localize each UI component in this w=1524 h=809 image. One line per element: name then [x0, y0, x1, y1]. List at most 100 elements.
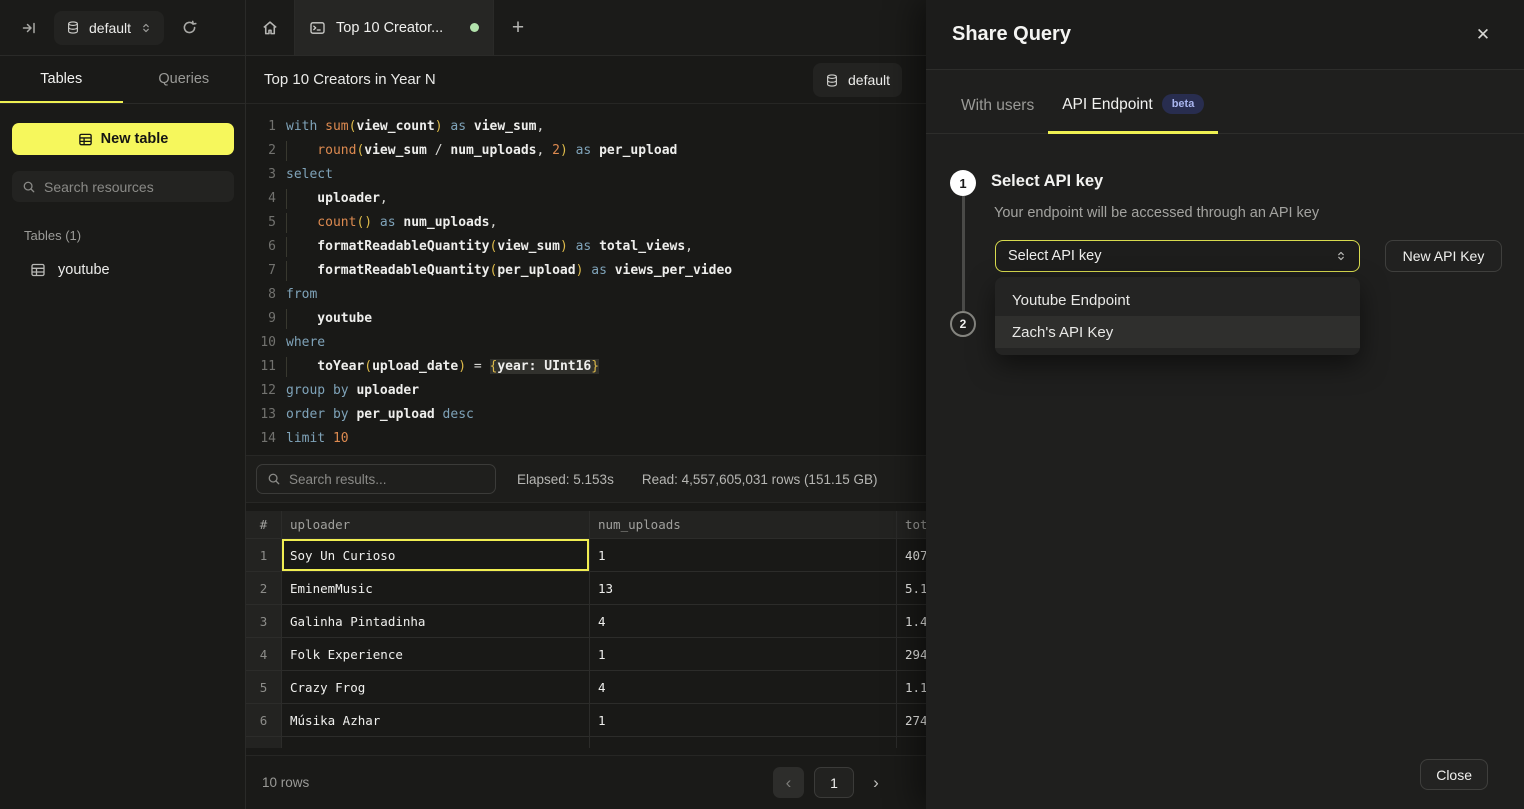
table-row: 6Músika Azhar1274: [246, 704, 946, 737]
close-button[interactable]: Close: [1420, 759, 1488, 790]
next-page-button[interactable]: ›: [864, 767, 888, 798]
table-row-partial: [246, 737, 946, 748]
step-1-description: Your endpoint will be accessed through a…: [994, 205, 1319, 221]
cell-uploader[interactable]: Folk Experience: [282, 638, 590, 671]
code-line-13: 13order by per_upload desc: [246, 403, 946, 427]
results-table: # uploader num_uploads total_views 1Soy …: [246, 511, 946, 748]
code-line-3: 3 select: [246, 163, 946, 187]
cell-num-uploads[interactable]: 4: [590, 671, 897, 704]
table-row: 2EminemMusic135.1: [246, 572, 946, 605]
new-table-button[interactable]: New table: [12, 123, 234, 155]
new-api-key-button[interactable]: New API Key: [1385, 240, 1502, 272]
share-tabs: With users API Endpoint beta: [926, 70, 1524, 134]
terminal-icon: [309, 20, 326, 36]
tab-queries[interactable]: Queries: [123, 56, 246, 103]
table-grid-icon: [78, 132, 93, 147]
code-line-4: 4uploader,: [246, 187, 946, 211]
row-number: 1: [246, 539, 282, 572]
panel-header: Share Query ✕: [926, 0, 1524, 70]
sidebar-item-label: youtube: [58, 262, 110, 278]
prev-page-button[interactable]: ‹: [773, 767, 804, 798]
cell-uploader[interactable]: Soy Un Curioso: [282, 539, 590, 572]
api-key-select[interactable]: Select API key: [995, 240, 1360, 272]
row-number: 3: [246, 605, 282, 638]
sidebar-collapse-icon[interactable]: [14, 13, 44, 43]
query-database-label: default: [848, 72, 890, 88]
line-number: 6: [254, 235, 276, 259]
query-header: Top 10 Creators in Year N default: [246, 56, 946, 104]
elapsed-stat: Elapsed: 5.153s: [517, 472, 614, 487]
sidebar-item-youtube[interactable]: youtube: [0, 255, 245, 285]
step-1-circle: 1: [950, 170, 976, 196]
cell-uploader[interactable]: Crazy Frog: [282, 671, 590, 704]
cell-num-uploads[interactable]: 4: [590, 605, 897, 638]
cell-uploader[interactable]: Galinha Pintadinha: [282, 605, 590, 638]
database-selector[interactable]: default: [54, 11, 164, 45]
line-number: 10: [254, 331, 276, 355]
database-icon: [825, 73, 839, 88]
tab-top-10-creators[interactable]: Top 10 Creator...: [294, 0, 494, 55]
row-number: 6: [246, 704, 282, 737]
table-row: 5Crazy Frog41.1: [246, 671, 946, 704]
cell-num-uploads[interactable]: 1: [590, 638, 897, 671]
code-line-5: 5count() as num_uploads,: [246, 211, 946, 235]
code-text: where: [286, 331, 325, 355]
code-text: formatReadableQuantity(per_upload) as vi…: [286, 259, 732, 283]
sidebar: Tables Queries New table Tables (1) yout…: [0, 56, 246, 809]
database-icon: [66, 20, 80, 35]
step-connector: [962, 196, 965, 311]
column-header-num-uploads[interactable]: num_uploads: [590, 511, 897, 539]
cell-num-uploads[interactable]: 13: [590, 572, 897, 605]
sql-editor[interactable]: 1with sum(view_count) as view_sum,2round…: [246, 104, 946, 455]
tab-with-users[interactable]: With users: [947, 97, 1048, 134]
tab-label: Top 10 Creator...: [336, 20, 443, 36]
unsaved-dot-icon: [470, 23, 479, 32]
query-database-selector[interactable]: default: [813, 63, 902, 97]
tab-with-users-label: With users: [961, 97, 1034, 115]
search-icon: [267, 472, 281, 486]
current-page-button[interactable]: 1: [814, 767, 854, 798]
code-line-9: 9youtube: [246, 307, 946, 331]
line-number: 3: [254, 163, 276, 187]
code-text: from: [286, 283, 317, 307]
line-number: 2: [254, 139, 276, 163]
search-icon: [22, 180, 36, 194]
code-line-10: 10 where: [246, 331, 946, 355]
tables-list: youtube: [0, 255, 245, 285]
api-key-option[interactable]: Zach's API Key: [995, 316, 1360, 348]
line-number: 14: [254, 427, 276, 451]
home-icon[interactable]: [246, 0, 294, 55]
read-stat: Read: 4,557,605,031 rows (151.15 GB): [642, 472, 878, 487]
new-tab-button[interactable]: +: [494, 0, 542, 55]
cell-uploader[interactable]: EminemMusic: [282, 572, 590, 605]
panel-title: Share Query: [952, 23, 1071, 46]
cell-num-uploads[interactable]: 1: [590, 704, 897, 737]
code-text: round(view_sum / num_uploads, 2) as per_…: [286, 139, 677, 163]
line-number: 11: [254, 355, 276, 379]
cell-num-uploads[interactable]: 1: [590, 539, 897, 572]
query-title: Top 10 Creators in Year N: [264, 71, 436, 88]
cell-uploader[interactable]: Músika Azhar: [282, 704, 590, 737]
line-number: 5: [254, 211, 276, 235]
line-number: 4: [254, 187, 276, 211]
results-footer: 10 rows ‹ 1 ›: [246, 755, 946, 809]
results-search-input[interactable]: [289, 472, 485, 487]
code-text: select: [286, 163, 333, 187]
code-line-11: 11toYear(upload_date) = {year: UInt16}: [246, 355, 946, 379]
column-header-uploader[interactable]: uploader: [282, 511, 590, 539]
row-number: 4: [246, 638, 282, 671]
code-text: group by uploader: [286, 379, 419, 403]
resource-search-input[interactable]: [44, 179, 224, 195]
topbar-left: default: [0, 0, 246, 55]
tab-tables[interactable]: Tables: [0, 56, 123, 103]
tab-api-endpoint[interactable]: API Endpoint beta: [1048, 95, 1218, 134]
tab-strip: Top 10 Creator... +: [246, 0, 542, 55]
results-toolbar: Elapsed: 5.153s Read: 4,557,605,031 rows…: [246, 455, 946, 503]
new-table-label: New table: [101, 131, 169, 147]
close-icon[interactable]: ✕: [1468, 20, 1498, 50]
database-selector-label: default: [89, 20, 131, 36]
api-key-option[interactable]: Youtube Endpoint: [995, 284, 1360, 316]
code-text: formatReadableQuantity(view_sum) as tota…: [286, 235, 693, 259]
cell-empty: [246, 737, 282, 748]
refresh-icon[interactable]: [174, 13, 204, 43]
